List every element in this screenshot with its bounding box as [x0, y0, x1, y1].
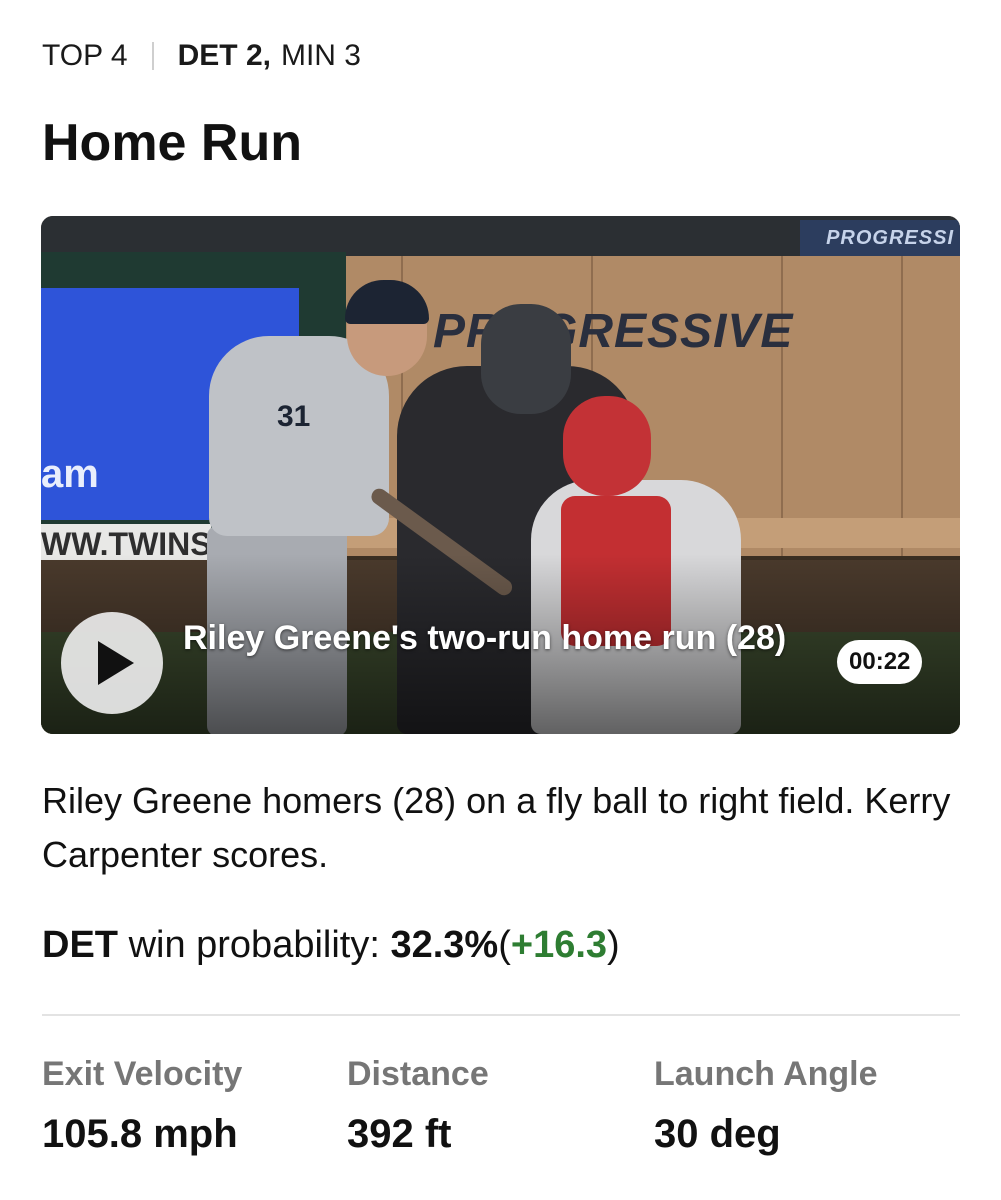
stat-label: Distance — [347, 1055, 489, 1093]
section-divider — [42, 1014, 960, 1016]
stat-value: 30 deg — [654, 1112, 781, 1156]
umpire-mask — [481, 304, 571, 414]
win-prob-close-paren: ) — [607, 924, 620, 966]
score-min: MIN 3 — [280, 39, 361, 72]
win-prob-value: 32.3% — [390, 924, 499, 966]
win-prob-team: DET — [42, 924, 118, 966]
win-probability: DET win probability: 32.3%(+16.3) — [42, 918, 620, 972]
score-det: DET 2, — [177, 39, 271, 72]
play-button[interactable] — [61, 612, 163, 714]
top-sign: PROGRESSI — [800, 220, 960, 256]
win-prob-open-paren: ( — [498, 924, 511, 966]
inning-label: TOP 4 — [42, 39, 128, 72]
stat-launch-angle: Launch Angle 30 deg — [654, 1050, 878, 1164]
stat-value: 392 ft — [347, 1112, 452, 1156]
game-situation: TOP 4 DET 2, MIN 3 — [42, 36, 361, 76]
page-title: Home Run — [42, 114, 302, 172]
scoreboard-text: am — [41, 452, 99, 496]
batter-number: 31 — [277, 400, 311, 433]
stat-label: Exit Velocity — [42, 1055, 243, 1093]
header-divider — [151, 42, 154, 70]
catcher-helmet — [563, 396, 651, 496]
play-icon — [98, 641, 134, 685]
stat-label: Launch Angle — [654, 1055, 878, 1093]
stat-value: 105.8 mph — [42, 1112, 238, 1156]
win-prob-delta: +16.3 — [510, 924, 608, 966]
stat-distance: Distance 392 ft — [347, 1050, 489, 1164]
play-description: Riley Greene homers (28) on a fly ball t… — [42, 780, 951, 875]
video-card[interactable]: PROGRESSI PROGRESSIVE am WW.TWINS 31 Ril… — [41, 216, 960, 734]
stat-exit-velocity: Exit Velocity 105.8 mph — [42, 1050, 242, 1164]
win-prob-label: win probability: — [128, 924, 380, 966]
duration-badge: 00:22 — [837, 640, 923, 684]
video-title[interactable]: Riley Greene's two-run home run (28) — [183, 616, 803, 660]
